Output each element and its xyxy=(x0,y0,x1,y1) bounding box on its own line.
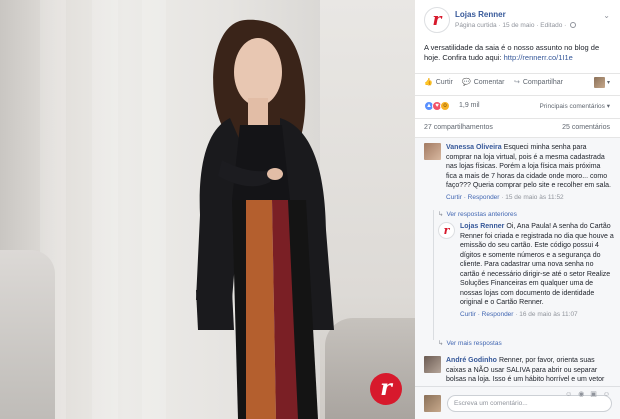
post-actions: 👍 Curtir 💬 Comentar ↪ Compartilhar ▾ xyxy=(415,73,620,93)
avatar[interactable] xyxy=(424,143,441,160)
comments-count[interactable]: 25 comentários xyxy=(562,124,610,131)
comment-text: Oi, Ana Paula! A senha do Cartão Renner … xyxy=(460,223,614,306)
like-label: Curtir xyxy=(435,79,453,86)
post-meta: Página curtida · 15 de maio · Editado · xyxy=(455,22,577,29)
avatar xyxy=(593,77,605,88)
comment-icon: 💬 xyxy=(462,79,471,86)
page-name-link[interactable]: Lojas Renner xyxy=(455,10,506,19)
share-button[interactable]: ↪ Compartilhar xyxy=(514,78,563,86)
like-button[interactable]: 👍 Curtir xyxy=(424,78,453,86)
see-more-replies-link[interactable]: ↳ Ver mais respostas xyxy=(438,339,502,347)
page-avatar[interactable]: r xyxy=(438,222,455,239)
post-meta-text: Página curtida · 15 de maio · Editado · xyxy=(455,22,567,29)
comments-list: Vanessa Oliveira Esqueci minha senha para… xyxy=(415,137,620,386)
chevron-down-icon[interactable]: ⌄ xyxy=(603,11,610,20)
reaction-count[interactable]: 1,9 mil xyxy=(459,102,480,109)
share-label: Compartilhar xyxy=(522,79,563,86)
comment-composer: Escreva um comentário... ☺ ◉ ▣ ☺ xyxy=(415,386,620,419)
comment-label: Comentar xyxy=(473,79,505,86)
page-avatar[interactable]: r xyxy=(424,7,450,33)
reply-thread-line xyxy=(433,210,434,340)
comment-time: · 15 de maio às 11:52 xyxy=(501,193,564,201)
comment-button[interactable]: 💬 Comentar xyxy=(462,78,504,86)
renner-logo-badge: r xyxy=(370,373,402,405)
reactions-bar: ▲ ♥ o 1,9 mil Principais comentários ▾ xyxy=(415,95,620,117)
comment-actions[interactable]: Curtir · Responder xyxy=(446,194,499,201)
see-replies-label: Ver mais respostas xyxy=(446,340,502,347)
comment-meta: Curtir · Responder · 15 de maio às 11:52 xyxy=(446,193,611,203)
reply-arrow-icon: ↳ xyxy=(438,340,444,347)
wow-reaction-icon: o xyxy=(440,101,450,111)
post-link[interactable]: http://rennerr.co/1I1e xyxy=(504,53,573,62)
comment-author[interactable]: Lojas Renner xyxy=(460,223,504,230)
comment-actions[interactable]: Curtir · Responder xyxy=(460,311,513,318)
avatar[interactable] xyxy=(424,356,441,373)
comment-time: · 16 de maio às 11:07 xyxy=(515,310,578,318)
comment-sort-dropdown[interactable]: Principais comentários ▾ xyxy=(540,102,610,110)
thumbs-up-icon: 👍 xyxy=(424,79,433,86)
see-previous-replies-link[interactable]: ↳ Ver respostas anteriores xyxy=(438,210,517,218)
reply-arrow-icon: ↳ xyxy=(438,211,444,218)
avatar xyxy=(424,395,441,412)
post-as-selector[interactable]: ▾ xyxy=(593,77,610,88)
comment-author[interactable]: André Godinho xyxy=(446,357,497,364)
post-sidebar: r Lojas Renner Página curtida · 15 de ma… xyxy=(415,0,620,419)
comment-body: Vanessa Oliveira Esqueci minha senha para… xyxy=(446,143,611,202)
globe-icon xyxy=(570,22,577,28)
shares-count[interactable]: 27 compartilhamentos xyxy=(424,124,493,131)
post-text: A versatilidade da saia é o nosso assunt… xyxy=(424,43,614,63)
comment-body: Lojas Renner Oi, Ana Paula! A senha do Ca… xyxy=(460,222,614,319)
see-replies-label: Ver respostas anteriores xyxy=(446,211,517,218)
composer-icons[interactable]: ☺ ◉ ▣ ☺ xyxy=(565,390,612,398)
chevron-down-icon: ▾ xyxy=(606,80,610,86)
post-photo[interactable]: r xyxy=(0,0,415,419)
post-stats: 27 compartilhamentos 25 comentários xyxy=(415,118,620,136)
comment-body: André Godinho Renner, por favor, orienta … xyxy=(446,356,611,386)
comment-author[interactable]: Vanessa Oliveira xyxy=(446,144,502,151)
reaction-icons[interactable]: ▲ ♥ o xyxy=(424,101,450,111)
model-figure xyxy=(196,19,334,419)
share-icon: ↪ xyxy=(514,79,520,86)
comment-meta: Curtir · Responder · 16 de maio às 11:07 xyxy=(460,310,614,320)
